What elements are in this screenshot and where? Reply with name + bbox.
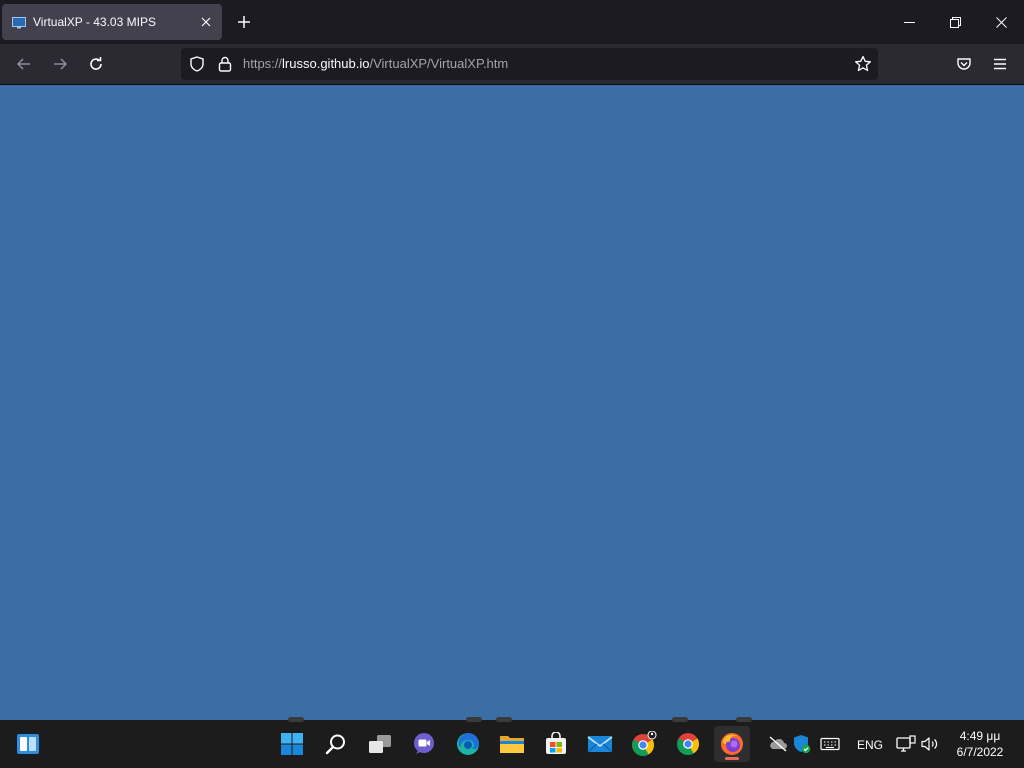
hamburger-menu-icon bbox=[994, 58, 1006, 70]
file-explorer-button[interactable] bbox=[494, 726, 530, 762]
chrome-profile-icon bbox=[632, 731, 657, 756]
tab-title: VirtualXP - 43.03 MIPS bbox=[33, 15, 156, 29]
url-path: /VirtualXP/VirtualXP.htm bbox=[369, 56, 509, 71]
chrome-icon bbox=[677, 733, 699, 755]
clock-time: 4:49 μμ bbox=[959, 729, 1001, 743]
computer-monitor-icon bbox=[12, 16, 26, 29]
close-icon bbox=[995, 16, 1007, 28]
restore-window-button[interactable] bbox=[932, 0, 978, 44]
browser-tab-strip: VirtualXP - 43.03 MIPS bbox=[0, 0, 1024, 44]
windows-security-icon[interactable] bbox=[792, 734, 812, 754]
teams-chat-icon bbox=[414, 733, 434, 754]
url-bar[interactable]: https://lrusso.github.io/VirtualXP/Virtu… bbox=[181, 48, 878, 80]
search-icon bbox=[325, 734, 345, 755]
virtualxp-desktop-area[interactable] bbox=[0, 85, 1024, 720]
window-peek-indicator bbox=[736, 717, 752, 722]
onedrive-offline-icon[interactable] bbox=[768, 734, 788, 754]
start-button[interactable] bbox=[274, 726, 310, 762]
forward-button[interactable] bbox=[44, 48, 76, 80]
task-view-button[interactable] bbox=[362, 726, 398, 762]
window-peek-indicator bbox=[672, 717, 688, 722]
chrome-button[interactable] bbox=[670, 726, 706, 762]
close-window-button[interactable] bbox=[978, 0, 1024, 44]
window-peek-indicator bbox=[496, 717, 512, 722]
app-menu-button[interactable] bbox=[984, 48, 1016, 80]
widgets-icon bbox=[17, 734, 39, 754]
firefox-icon bbox=[721, 733, 743, 755]
pocket-icon bbox=[957, 58, 971, 70]
windows-logo-icon bbox=[281, 733, 303, 755]
lock-icon[interactable] bbox=[215, 54, 235, 74]
minimize-window-button[interactable] bbox=[886, 0, 932, 44]
firefox-button[interactable] bbox=[714, 726, 750, 762]
url-text[interactable]: https://lrusso.github.io/VirtualXP/Virtu… bbox=[243, 56, 508, 71]
widgets-button[interactable] bbox=[10, 726, 46, 762]
restore-icon bbox=[949, 16, 961, 28]
folder-icon bbox=[500, 736, 524, 753]
window-peek-indicator bbox=[288, 717, 304, 722]
pocket-button[interactable] bbox=[948, 48, 980, 80]
back-button[interactable] bbox=[8, 48, 40, 80]
star-icon[interactable] bbox=[853, 54, 873, 74]
search-button[interactable] bbox=[318, 726, 354, 762]
chat-button[interactable] bbox=[406, 726, 442, 762]
plus-icon bbox=[238, 16, 250, 28]
navigation-toolbar: https://lrusso.github.io/VirtualXP/Virtu… bbox=[0, 44, 1024, 85]
edge-button[interactable] bbox=[450, 726, 486, 762]
clock-date: 6/7/2022 bbox=[956, 745, 1004, 759]
close-tab-icon[interactable] bbox=[194, 10, 218, 34]
chrome-profile-button[interactable] bbox=[626, 726, 662, 762]
mail-button[interactable] bbox=[582, 726, 618, 762]
input-language-indicator[interactable]: ENG bbox=[857, 738, 883, 752]
store-icon bbox=[546, 732, 566, 754]
windows-taskbar: ENG 4:49 μμ 6/7/2022 bbox=[0, 717, 1024, 768]
touch-keyboard-icon[interactable] bbox=[820, 734, 840, 754]
shield-icon[interactable] bbox=[187, 54, 207, 74]
running-indicator bbox=[725, 757, 739, 760]
edge-icon bbox=[457, 733, 479, 755]
window-peek-indicator bbox=[466, 717, 482, 722]
url-domain: lrusso.github.io bbox=[282, 56, 370, 71]
mail-icon bbox=[587, 736, 613, 753]
url-scheme: https:// bbox=[243, 56, 283, 71]
arrow-left-icon bbox=[16, 58, 30, 70]
store-button[interactable] bbox=[538, 726, 574, 762]
task-view-icon bbox=[369, 735, 391, 753]
network-icon[interactable] bbox=[896, 734, 916, 754]
reload-icon bbox=[90, 57, 102, 70]
volume-icon[interactable] bbox=[920, 734, 940, 754]
minimize-icon bbox=[903, 21, 915, 23]
reload-button[interactable] bbox=[80, 48, 112, 80]
arrow-right-icon bbox=[54, 58, 68, 70]
system-clock[interactable]: 4:49 μμ 6/7/2022 bbox=[944, 728, 1016, 760]
new-tab-button[interactable] bbox=[232, 10, 256, 34]
browser-tab[interactable]: VirtualXP - 43.03 MIPS bbox=[2, 4, 222, 40]
